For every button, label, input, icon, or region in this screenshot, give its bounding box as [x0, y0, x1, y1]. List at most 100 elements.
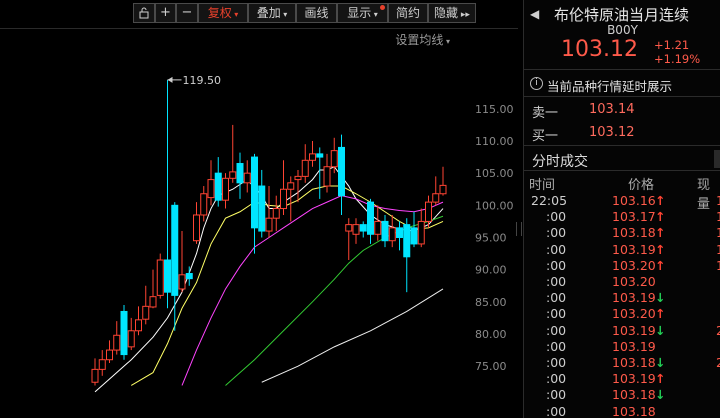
candle-up: [142, 305, 150, 320]
divider: [524, 96, 720, 97]
tick-price: 103.18: [612, 355, 656, 370]
candle-up: [106, 349, 113, 361]
candle-up: [193, 214, 200, 242]
candle-up: [156, 259, 164, 296]
arrow-up-icon: ↑: [655, 193, 666, 208]
candle-up: [309, 153, 316, 161]
tick-time: :00: [546, 371, 567, 387]
tick-row: :00 103.20 ↑ 1: [524, 258, 720, 274]
arrow-up-icon: ↑: [655, 371, 666, 387]
plus-icon[interactable]: +: [155, 3, 176, 23]
kline-chart[interactable]: 115.00 110.00 105.00 100.00 95.00 90.00 85.00 8…: [0, 0, 518, 418]
tick-time: :00: [546, 257, 567, 273]
lock-icon[interactable]: [133, 3, 155, 23]
tick-price: 103.19: [612, 338, 656, 354]
change-percent: +1.19%: [654, 52, 701, 66]
overlay-label: 叠加: [256, 6, 281, 20]
divider: [524, 69, 720, 70]
arrow-up-icon: ↑: [655, 241, 666, 257]
arrow-up-icon: ↑: [655, 257, 666, 273]
tick-volume: 1: [716, 225, 720, 241]
y-axis-tick-label: 80.00: [475, 328, 507, 341]
tick-row: :00 103.20 ↑: [524, 306, 720, 322]
draw-line-label: 画线: [304, 6, 329, 20]
candle-down: [367, 201, 374, 235]
chevron-down-icon: ▾: [443, 37, 450, 46]
chart-toolbar: + − 复权 ▾ 叠加 ▾ 画线 显示 ▾ 简约 隐藏 ▸▸: [133, 3, 476, 23]
tick-time: :00: [546, 387, 567, 403]
overlay-button[interactable]: 叠加 ▾: [248, 3, 296, 23]
tick-time: 22:05: [531, 193, 568, 208]
fuquan-button[interactable]: 复权 ▾: [198, 3, 248, 23]
candle-up: [135, 319, 142, 332]
minus-icon[interactable]: −: [176, 3, 198, 23]
max-annotation-arrow-icon: [167, 76, 173, 83]
tick-row: :00 103.20: [524, 274, 720, 290]
display-label: 显示: [347, 6, 372, 20]
notification-dot-icon: [380, 5, 385, 10]
hide-button[interactable]: 隐藏 ▸▸: [428, 3, 476, 23]
tick-price: 103.18: [612, 403, 656, 418]
tick-price: 103.19: [612, 290, 656, 306]
tick-time: :00: [546, 306, 567, 322]
draw-line-button[interactable]: 画线: [296, 3, 337, 23]
chevron-down-icon: ▾: [280, 10, 288, 19]
tick-time: :00: [546, 241, 567, 257]
hide-label: 隐藏: [434, 6, 459, 20]
arrow-down-icon: ↓: [655, 387, 666, 403]
candle-up: [417, 220, 425, 245]
candle-up: [113, 334, 121, 351]
candle-up: [345, 224, 353, 232]
simple-mode-label: 简约: [395, 6, 420, 20]
candle-up: [301, 159, 309, 177]
double-chevron-right-icon: ▸▸: [458, 10, 470, 20]
panel-resize-handle[interactable]: [516, 222, 522, 236]
y-axis-tick-label: 75.00: [475, 360, 507, 373]
divider: [524, 170, 720, 171]
ask-price: 103.14: [589, 102, 635, 117]
ma-line-ma250: [261, 288, 444, 383]
ma-settings-button[interactable]: 设置均线 ▾: [395, 31, 450, 48]
kline-chart-panel[interactable]: 115.00 110.00 105.00 100.00 95.00 90.00 85.00 8…: [0, 0, 522, 418]
candle-up: [200, 193, 208, 216]
bid-price: 103.12: [589, 125, 635, 140]
delay-notice: 当前品种行情延时展示: [547, 79, 673, 94]
quote-panel: ◀ 布伦特原油当月连续 B00Y 103.12 +1.21 +1.19% i 当…: [523, 0, 720, 418]
back-arrow-icon[interactable]: ◀: [530, 7, 539, 21]
tick-row: 22:05 103.16 ↑ 1: [524, 193, 720, 209]
tick-time: :00: [546, 403, 567, 418]
arrow-up-icon: ↑: [655, 225, 666, 241]
y-axis-tick-label: 90.00: [475, 264, 507, 277]
instrument-code: B00Y: [607, 23, 638, 37]
arrow-down-icon: ↓: [655, 322, 666, 338]
y-axis-tick-label: 100.00: [475, 199, 514, 212]
candle-up: [229, 171, 237, 179]
tick-price: 103.18: [612, 387, 656, 403]
candle-up: [352, 224, 360, 235]
tick-row: :00 103.18 ↓ 2: [524, 355, 720, 371]
display-button[interactable]: 显示 ▾: [337, 3, 388, 23]
tick-volume: 1: [716, 193, 720, 208]
candle-up: [280, 188, 287, 210]
tick-price: 103.20: [612, 306, 656, 322]
tick-row: :00 103.18 ↑ 1: [524, 225, 720, 241]
y-axis-tick-label: 115.00: [475, 103, 514, 116]
bid-label: 买一: [532, 129, 559, 144]
candle-up: [178, 274, 186, 290]
tick-volume: 2: [716, 355, 720, 370]
tick-price: 103.19: [612, 371, 656, 387]
arrow-down-icon: ↓: [655, 355, 666, 370]
arrow-down-icon: ↓: [655, 290, 666, 306]
ticks-title: 分时成交: [532, 154, 588, 170]
tick-price: 103.19: [612, 241, 656, 257]
fuquan-label: 复权: [207, 6, 232, 20]
candle-down: [251, 156, 258, 229]
candle-up: [265, 217, 273, 232]
tick-row: :00 103.19 ↓: [524, 290, 720, 306]
simple-mode-button[interactable]: 简约: [388, 3, 428, 23]
ask-label: 卖一: [532, 106, 559, 121]
candle-down: [381, 220, 389, 242]
scrollbar[interactable]: [714, 150, 720, 168]
candle-down: [171, 204, 179, 296]
candle-up: [323, 166, 331, 187]
